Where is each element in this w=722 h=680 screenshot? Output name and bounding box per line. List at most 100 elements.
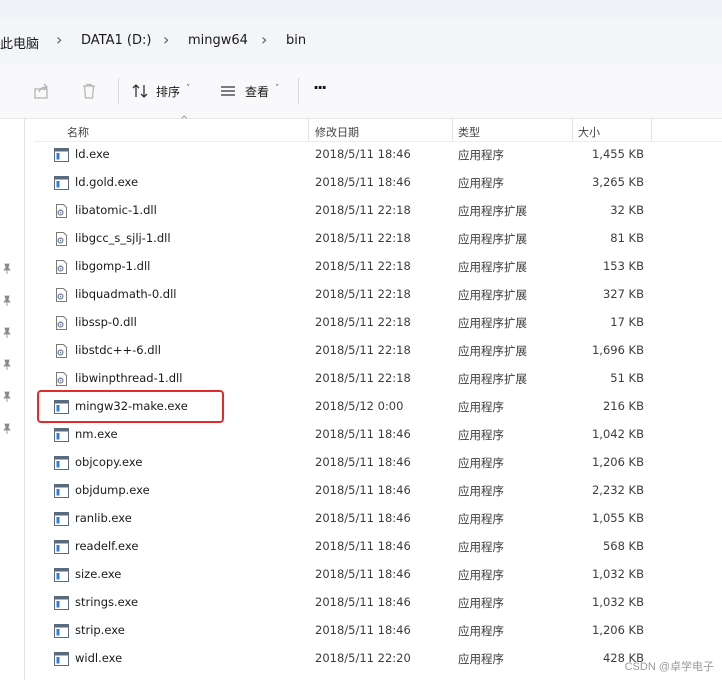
file-row[interactable]: libatomic-1.dll 2018/5/11 22:18 应用程序扩展 32 K… (34, 196, 722, 224)
pin-icon[interactable] (1, 327, 13, 339)
breadcrumb-mingw64[interactable]: mingw64 (188, 33, 248, 48)
file-row[interactable]: ranlib.exe 2018/5/11 18:46 应用程序 1,055 KB (34, 504, 722, 532)
file-modified-date: 2018/5/11 18:46 (315, 623, 411, 637)
file-modified-date: 2018/5/11 22:18 (315, 231, 411, 245)
file-type: 应用程序 (458, 176, 504, 190)
dll-file-icon (54, 231, 69, 246)
file-type: 应用程序扩展 (458, 288, 527, 302)
file-row[interactable]: readelf.exe 2018/5/11 18:46 应用程序 568 KB (34, 532, 722, 560)
file-name[interactable]: ranlib.exe (75, 511, 132, 525)
file-name[interactable]: readelf.exe (75, 539, 138, 553)
column-header-size[interactable]: 大小 (578, 124, 600, 140)
file-modified-date: 2018/5/11 22:18 (315, 343, 411, 357)
file-name[interactable]: libgcc_s_sjlj-1.dll (75, 231, 171, 245)
file-name[interactable]: ld.exe (75, 147, 110, 161)
file-row[interactable]: libssp-0.dll 2018/5/11 22:18 应用程序扩展 17 KB (34, 308, 722, 336)
navigation-pane (0, 119, 34, 680)
file-size: 153 KB (602, 259, 644, 273)
file-row[interactable]: widl.exe 2018/5/11 22:20 应用程序 428 KB (34, 644, 722, 672)
column-resize-handle[interactable] (308, 119, 309, 141)
view-icon[interactable] (219, 82, 237, 100)
file-type: 应用程序扩展 (458, 344, 527, 358)
file-type: 应用程序扩展 (458, 232, 527, 246)
file-row[interactable]: libgomp-1.dll 2018/5/11 22:18 应用程序扩展 153 KB (34, 252, 722, 280)
file-modified-date: 2018/5/11 18:46 (315, 175, 411, 189)
view-button-label[interactable]: 查看 (245, 83, 269, 100)
application-file-icon (54, 147, 69, 162)
file-name[interactable]: libstdc++-6.dll (75, 343, 161, 357)
chevron-down-icon[interactable]: ˅ (275, 84, 280, 94)
file-size: 568 KB (602, 539, 644, 553)
column-resize-handle[interactable] (452, 119, 453, 141)
column-header-type[interactable]: 类型 (458, 124, 480, 140)
breadcrumb-this-pc[interactable]: 此电脑 (0, 33, 39, 52)
navigation-pane-splitter[interactable] (24, 118, 25, 680)
sort-button-label[interactable]: 排序 (156, 83, 180, 100)
column-resize-handle[interactable] (572, 119, 573, 141)
pin-icon[interactable] (1, 295, 13, 307)
file-name[interactable]: size.exe (75, 567, 121, 581)
file-name[interactable]: libatomic-1.dll (75, 203, 157, 217)
column-header-date[interactable]: 修改日期 (315, 124, 359, 140)
watermark: CSDN @卓学电子 (624, 661, 714, 673)
file-modified-date: 2018/5/11 18:46 (315, 595, 411, 609)
file-row[interactable]: libwinpthread-1.dll 2018/5/11 22:18 应用程序扩展… (34, 364, 722, 392)
window-top-strip (0, 0, 722, 17)
file-name[interactable]: libquadmath-0.dll (75, 287, 176, 301)
file-row[interactable]: ld.exe 2018/5/11 18:46 应用程序 1,455 KB (34, 140, 722, 168)
delete-icon[interactable] (80, 82, 98, 100)
breadcrumb-bin[interactable]: bin (286, 33, 306, 48)
pin-icon[interactable] (1, 359, 13, 371)
pin-icon[interactable] (1, 423, 13, 435)
file-size: 327 KB (602, 287, 644, 301)
file-modified-date: 2018/5/11 22:18 (315, 259, 411, 273)
application-file-icon (54, 175, 69, 190)
share-icon[interactable] (33, 82, 51, 100)
file-row[interactable]: objdump.exe 2018/5/11 18:46 应用程序 2,232 KB (34, 476, 722, 504)
file-name[interactable]: libgomp-1.dll (75, 259, 150, 273)
file-row[interactable]: ld.gold.exe 2018/5/11 18:46 应用程序 3,265 KB (34, 168, 722, 196)
file-size: 17 KB (610, 315, 644, 329)
breadcrumb-drive[interactable]: DATA1 (D:) (81, 33, 151, 48)
file-size: 1,455 KB (591, 147, 644, 161)
file-name[interactable]: libssp-0.dll (75, 315, 137, 329)
file-row[interactable]: size.exe 2018/5/11 18:46 应用程序 1,032 KB (34, 560, 722, 588)
file-name[interactable]: objdump.exe (75, 483, 150, 497)
file-row[interactable]: strip.exe 2018/5/11 18:46 应用程序 1,206 KB (34, 616, 722, 644)
application-file-icon (54, 511, 69, 526)
file-row[interactable]: libgcc_s_sjlj-1.dll 2018/5/11 22:18 应用程序扩展… (34, 224, 722, 252)
application-file-icon (54, 623, 69, 638)
file-row[interactable]: nm.exe 2018/5/11 18:46 应用程序 1,042 KB (34, 420, 722, 448)
file-size: 1,206 KB (591, 623, 644, 637)
file-size: 1,055 KB (591, 511, 644, 525)
file-name[interactable]: libwinpthread-1.dll (75, 371, 182, 385)
column-header: ^ 名称 修改日期 类型 大小 (34, 115, 722, 142)
column-header-name[interactable]: 名称 (67, 124, 89, 140)
file-row[interactable]: strings.exe 2018/5/11 18:46 应用程序 1,032 KB (34, 588, 722, 616)
file-name[interactable]: strings.exe (75, 595, 138, 609)
file-type: 应用程序 (458, 148, 504, 162)
more-options-button[interactable]: ··· (313, 78, 327, 97)
file-row[interactable]: objcopy.exe 2018/5/11 18:46 应用程序 1,206 KB (34, 448, 722, 476)
file-name[interactable]: ld.gold.exe (75, 175, 138, 189)
file-size: 1,042 KB (591, 427, 644, 441)
sort-icon[interactable] (131, 82, 149, 100)
pin-icon[interactable] (1, 263, 13, 275)
file-size: 1,696 KB (591, 343, 644, 357)
dll-file-icon (54, 203, 69, 218)
highlight-box (37, 390, 224, 423)
file-name[interactable]: nm.exe (75, 427, 118, 441)
pin-icon[interactable] (1, 391, 13, 403)
file-name[interactable]: widl.exe (75, 651, 122, 665)
address-bar[interactable]: 此电脑 › DATA1 (D:) › mingw64 › bin (0, 17, 722, 65)
column-resize-handle[interactable] (651, 119, 652, 141)
file-modified-date: 2018/5/11 18:46 (315, 567, 411, 581)
file-row[interactable]: libquadmath-0.dll 2018/5/11 22:18 应用程序扩展 32… (34, 280, 722, 308)
chevron-down-icon[interactable]: ˅ (186, 84, 191, 94)
file-type: 应用程序 (458, 540, 504, 554)
file-name[interactable]: objcopy.exe (75, 455, 142, 469)
file-size: 3,265 KB (591, 175, 644, 189)
file-name[interactable]: strip.exe (75, 623, 125, 637)
file-type: 应用程序 (458, 596, 504, 610)
file-row[interactable]: libstdc++-6.dll 2018/5/11 22:18 应用程序扩展 1,69… (34, 336, 722, 364)
